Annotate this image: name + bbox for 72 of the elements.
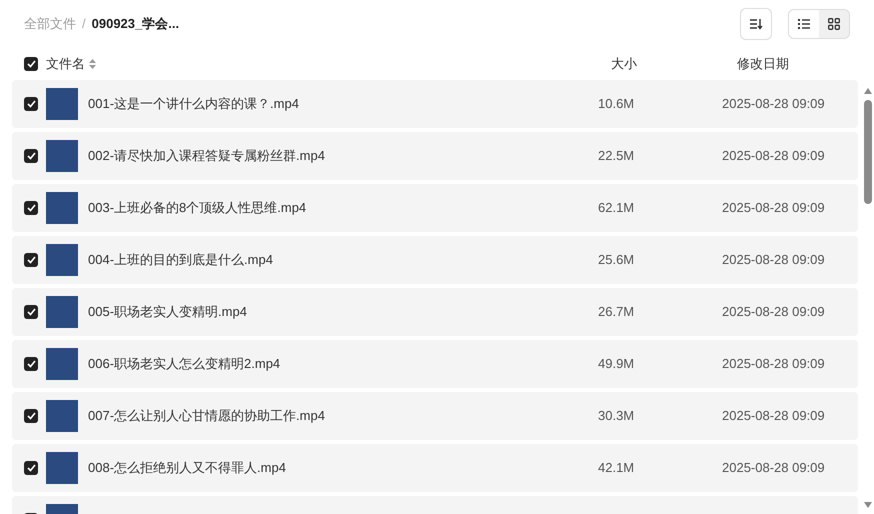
grid-icon: [828, 18, 840, 30]
file-row[interactable]: 002-请尽快加入课程答疑专属粉丝群.mp4 22.5M 2025-08-28 09:09: [12, 132, 858, 180]
checkbox[interactable]: [24, 97, 38, 111]
file-name: 006-职场老实人怎么变精明2.mp4: [88, 355, 282, 374]
modified-date: 2025-08-28 09:09: [722, 95, 825, 114]
checkbox[interactable]: [24, 357, 38, 371]
check-icon: [26, 204, 36, 212]
scroll-up-icon[interactable]: [864, 88, 872, 94]
modified-date: 2025-08-28 09:09: [722, 407, 825, 426]
file-row[interactable]: 004-上班的目的到底是什么.mp4 25.6M 2025-08-28 09:09: [12, 236, 858, 284]
modified-date: 2025-08-28 09:09: [722, 303, 825, 322]
file-row[interactable]: 001-这是一个讲什么内容的课？.mp4 10.6M 2025-08-28 09:09: [12, 80, 858, 128]
video-thumbnail: [46, 88, 78, 120]
video-thumbnail: [46, 296, 78, 328]
breadcrumb-separator: /: [82, 15, 86, 34]
video-thumbnail: [46, 400, 78, 432]
video-thumbnail: [46, 140, 78, 172]
file-name: 004-上班的目的到底是什么.mp4: [88, 251, 274, 270]
sort-button[interactable]: [740, 8, 772, 40]
check-icon: [26, 360, 36, 368]
file-name: 002-请尽快加入课程答疑专属粉丝群.mp4: [88, 147, 326, 166]
file-name: 005-职场老实人变精明.mp4: [88, 303, 248, 322]
check-icon: [26, 464, 36, 472]
video-thumbnail: [46, 452, 78, 484]
checkbox[interactable]: [24, 409, 38, 423]
check-icon: [26, 100, 36, 108]
check-icon: [26, 412, 36, 420]
breadcrumb-current[interactable]: 090923_学会...: [92, 14, 180, 34]
checkbox[interactable]: [24, 57, 38, 71]
file-row[interactable]: 007-怎么让别人心甘情愿的协助工作.mp4 30.3M 2025-08-28 09:09: [12, 392, 858, 440]
name-column-header: 文件名: [46, 55, 85, 74]
file-row[interactable]: 008-怎么拒绝别人又不得罪人.mp4 42.1M 2025-08-28 09:09: [12, 444, 858, 492]
date-column-header: 修改日期: [737, 55, 789, 74]
check-icon: [26, 152, 36, 160]
file-row[interactable]: 005-职场老实人变精明.mp4 26.7M 2025-08-28 09:09: [12, 288, 858, 336]
file-size: 10.6M: [598, 95, 636, 114]
modified-date: 2025-08-28 09:09: [722, 355, 825, 374]
check-icon: [26, 256, 36, 264]
checkbox[interactable]: [24, 201, 38, 215]
file-row[interactable]: 003-上班必备的8个顶级人性思维.mp4 62.1M 2025-08-28 09:09: [12, 184, 858, 232]
modified-date: 2025-08-28 09:09: [722, 147, 825, 166]
checkbox[interactable]: [24, 305, 38, 319]
list-view-button[interactable]: [789, 10, 819, 38]
file-name: 001-这是一个讲什么内容的课？.mp4: [88, 95, 300, 114]
file-size: 30.3M: [598, 407, 636, 426]
list-icon: [798, 19, 810, 29]
modified-date: 2025-08-28 09:09: [722, 251, 825, 270]
file-size: 62.1M: [598, 199, 636, 218]
modified-date: 2025-08-28 09:09: [722, 459, 825, 478]
scroll-down-icon[interactable]: [864, 502, 872, 508]
file-name: 007-怎么让别人心甘情愿的协助工作.mp4: [88, 407, 326, 426]
file-row[interactable]: 006-职场老实人怎么变精明2.mp4 49.9M 2025-08-28 09:09: [12, 340, 858, 388]
checkbox[interactable]: [24, 253, 38, 267]
checkbox[interactable]: [24, 461, 38, 475]
file-size: 25.6M: [598, 251, 636, 270]
video-thumbnail: [46, 244, 78, 276]
file-size: 49.9M: [598, 355, 636, 374]
sort-icon: [749, 18, 763, 30]
sort-arrows-icon[interactable]: [89, 59, 96, 69]
size-column-header: 大小: [611, 55, 638, 74]
check-icon: [26, 60, 36, 68]
video-thumbnail: [46, 348, 78, 380]
file-name: 003-上班必备的8个顶级人性思维.mp4: [88, 199, 308, 218]
file-size: 22.5M: [598, 147, 636, 166]
checkbox[interactable]: [24, 149, 38, 163]
modified-date: 2025-08-28 09:09: [722, 199, 825, 218]
file-size: 42.1M: [598, 459, 636, 478]
check-icon: [26, 308, 36, 316]
scrollbar-thumb[interactable]: [864, 100, 872, 204]
video-thumbnail: [46, 192, 78, 224]
file-size: 26.7M: [598, 303, 636, 322]
file-name: 008-怎么拒绝别人又不得罪人.mp4: [88, 459, 287, 478]
